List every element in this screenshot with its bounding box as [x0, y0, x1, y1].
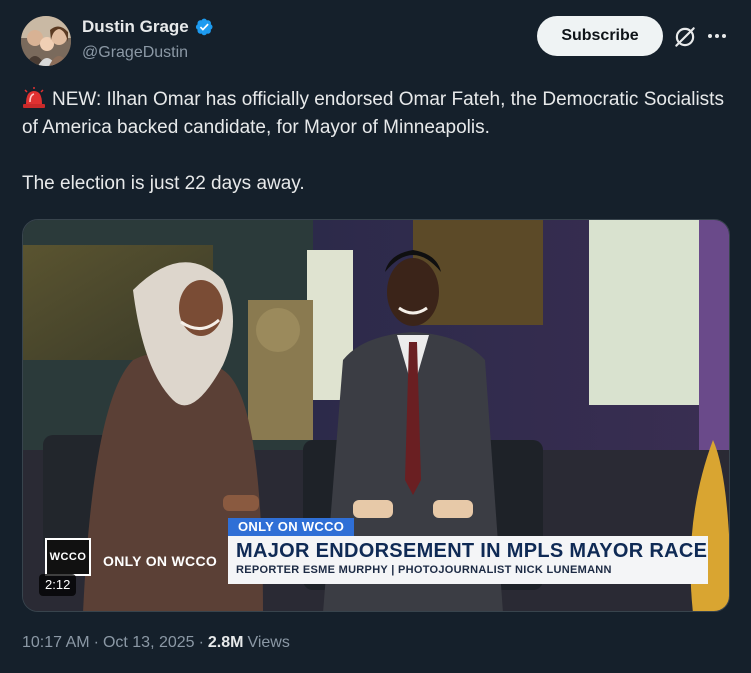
views-count: 2.8M [207, 634, 244, 651]
chyron-headline: MAJOR ENDORSEMENT IN MPLS MAYOR RACE [236, 540, 708, 562]
wcco-label: ONLY ON WCCO [103, 553, 218, 569]
wcco-logo-text: WCCO [49, 551, 87, 563]
views-label: Views [247, 634, 290, 651]
more-dot [722, 34, 726, 38]
siren-icon [23, 87, 45, 108]
meta-separator: · [198, 634, 204, 651]
video-duration-badge: 2:12 [39, 574, 77, 596]
video-player[interactable]: ONLY ON WCCO MAJOR ENDORSEMENT IN MPLS M… [22, 219, 730, 612]
more-icon[interactable] [706, 24, 728, 48]
avatar[interactable] [21, 16, 71, 66]
grok-icon[interactable] [672, 24, 698, 50]
tweet-line-1: NEW: Ilhan Omar has officially endorsed … [22, 89, 724, 138]
wcco-logo: WCCO [45, 538, 91, 576]
chyron-lower-third: MAJOR ENDORSEMENT IN MPLS MAYOR RACE REP… [228, 536, 708, 584]
tweet-text: NEW: Ilhan Omar has officially endorsed … [22, 86, 742, 198]
verified-badge-icon [195, 18, 213, 36]
display-name[interactable]: Dustin Grage [82, 17, 189, 37]
chyron-credits: REPORTER ESME MURPHY | PHOTOJOURNALIST N… [236, 564, 612, 576]
more-dot [715, 34, 719, 38]
avatar-photo [21, 16, 71, 66]
tweet-meta: 10:17 AM · Oct 13, 2025 · 2.8M Views [22, 634, 290, 652]
more-dot [708, 34, 712, 38]
handle[interactable]: @GrageDustin [82, 44, 188, 62]
subscribe-button[interactable]: Subscribe [537, 16, 663, 56]
chyron-tag: ONLY ON WCCO [228, 518, 355, 536]
tweet-time[interactable]: 10:17 AM [22, 634, 90, 652]
author-name-row[interactable]: Dustin Grage [82, 17, 214, 37]
tweet-date[interactable]: Oct 13, 2025 [103, 634, 195, 652]
meta-separator: · [93, 634, 99, 651]
tweet-line-2: The election is just 22 days away. [22, 173, 305, 194]
